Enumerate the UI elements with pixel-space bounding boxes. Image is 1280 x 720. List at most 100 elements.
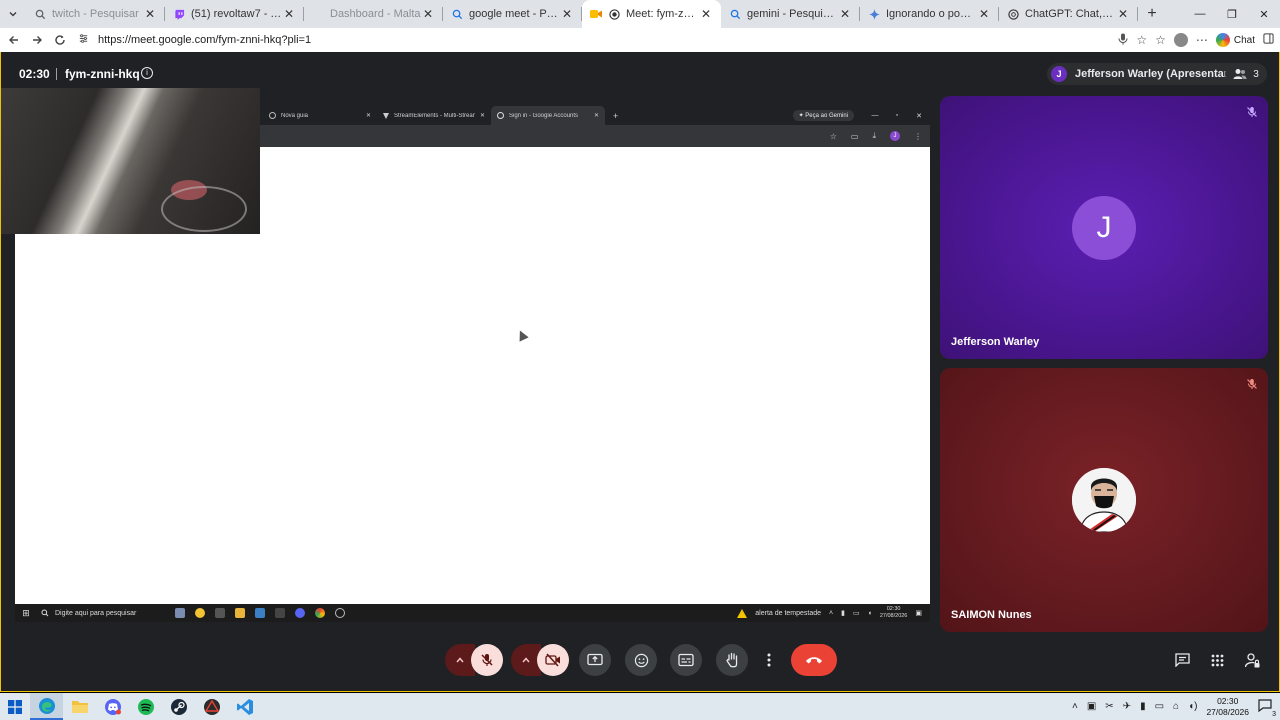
mic-toggle-button[interactable] — [471, 644, 503, 676]
end-call-button[interactable] — [791, 644, 837, 676]
extensions-icon: ▭ — [850, 131, 859, 141]
windows-taskbar: ˄ ▣ ✂ ✈ ▮ ▭ ⌂ ◖) 02:30 27/08/2026 3 — [0, 693, 1280, 720]
forward-button[interactable] — [25, 28, 48, 52]
participant-tile[interactable]: SAIMON Nunes — [940, 368, 1268, 632]
reactions-button[interactable] — [625, 644, 657, 676]
microphone-icon[interactable]: ▮ — [1140, 701, 1146, 712]
tray-app-icon[interactable]: ✈ — [1123, 701, 1131, 712]
close-icon[interactable]: ✕ — [421, 7, 435, 21]
system-clock[interactable]: 02:30 27/08/2026 — [1206, 696, 1249, 718]
taskbar-spotify[interactable] — [129, 693, 162, 720]
activities-button[interactable] — [1207, 650, 1227, 670]
close-icon[interactable]: ✕ — [977, 7, 991, 21]
network-icon[interactable]: ⌂ — [1173, 701, 1179, 712]
camera-toggle-button[interactable] — [537, 644, 569, 676]
camera-off-icon — [545, 653, 560, 667]
chat-button[interactable]: Chat — [1215, 33, 1255, 47]
new-tab-button[interactable]: + — [1138, 5, 1166, 23]
browser-tab[interactable]: google meet - Pesquisar ✕ — [443, 0, 582, 28]
chatgpt-icon — [1007, 8, 1019, 20]
info-icon[interactable]: i — [141, 67, 153, 79]
taskbar-steam[interactable] — [162, 693, 195, 720]
site-info-icon[interactable] — [78, 33, 94, 47]
taskbar-app[interactable] — [195, 693, 228, 720]
microphone-icon[interactable] — [1118, 33, 1128, 48]
present-screen-button[interactable] — [579, 644, 611, 676]
taskbar-vscode[interactable] — [228, 693, 261, 720]
browser-tab[interactable]: (51) revoltaw7 - Twitch ✕ — [165, 0, 304, 28]
participant-tile[interactable]: J Jefferson Warley — [940, 96, 1268, 359]
chevron-up-icon: ˄ — [829, 609, 834, 617]
bookmark-star-icon: ☆ — [829, 131, 837, 141]
tab-title: Dashboard - Malta — [330, 8, 421, 20]
gemini-button: ✦ Peça ao Gemini — [792, 110, 854, 121]
volume-icon[interactable]: ◖) — [1188, 701, 1197, 712]
shared-clock-date: 27/08/2026 — [879, 613, 908, 619]
taskbar-edge[interactable] — [30, 693, 63, 720]
mic-control-group — [445, 644, 503, 676]
url-field[interactable]: https://meet.google.com/fym-znni-hkq?pli… — [77, 30, 1119, 50]
browser-tab[interactable]: Dashboard - Malta ✕ — [304, 0, 443, 28]
sidebar-toggle-icon[interactable] — [1263, 33, 1274, 47]
bookmark-star-icon[interactable]: ☆ — [1136, 33, 1147, 47]
browser-tab-active[interactable]: Meet: fym-znni-hkq ✕ — [582, 0, 721, 28]
taskbar-file-explorer[interactable] — [63, 693, 96, 720]
tab-title: twitch - Pesquisar — [52, 8, 139, 20]
taskbar-app-icon — [335, 608, 345, 618]
steam-icon — [170, 698, 187, 715]
presenter-avatar: J — [1051, 66, 1067, 82]
close-window-icon[interactable]: ✕ — [1248, 8, 1280, 21]
hang-up-icon — [806, 657, 822, 664]
taskbar-discord[interactable] — [96, 693, 129, 720]
windows-start-button[interactable] — [0, 693, 30, 720]
browser-tab[interactable]: ChatGPT: Chat, Work, Create ✕ — [999, 0, 1138, 28]
favorites-icon[interactable]: ☆ — [1155, 33, 1166, 47]
shared-system-tray: alerta de tempestade ˄ ▮ ▭ ◖ 02:30 27/08… — [737, 606, 930, 620]
discord-icon — [295, 608, 305, 618]
mic-off-icon — [481, 654, 493, 666]
tray-app-icon[interactable]: ✂ — [1105, 701, 1113, 712]
chevron-up-icon[interactable]: ˄ — [1072, 701, 1078, 712]
close-icon: ✕ — [593, 113, 599, 119]
discord-icon — [104, 698, 121, 715]
participants-button[interactable]: 3 — [1225, 63, 1267, 85]
reload-button[interactable] — [49, 28, 72, 52]
tab-title: (51) revoltaw7 - Twitch — [191, 8, 282, 20]
close-icon[interactable]: ✕ — [838, 7, 852, 21]
close-icon[interactable]: ✕ — [560, 7, 574, 21]
more-menu-icon[interactable]: ⋯ — [1196, 33, 1208, 47]
host-controls-button[interactable] — [1242, 650, 1262, 670]
more-options-button[interactable] — [754, 644, 784, 676]
notification-center-button[interactable]: 3 — [1258, 698, 1276, 718]
captions-button[interactable] — [670, 644, 702, 676]
copilot-icon — [1215, 33, 1230, 47]
more-vertical-icon — [767, 653, 771, 667]
close-icon[interactable]: ✕ — [143, 7, 157, 21]
toolbar-actions: ☆ ☆ ⋯ Chat — [1118, 33, 1280, 48]
tray-app-icon[interactable]: ▭ — [1155, 701, 1164, 712]
raise-hand-button[interactable] — [716, 644, 748, 676]
search-icon — [729, 8, 741, 20]
tab-search-icon[interactable] — [0, 0, 26, 28]
present-icon — [587, 653, 603, 666]
participant-count: 3 — [1253, 68, 1259, 80]
chat-panel-button[interactable] — [1172, 650, 1192, 670]
new-tab-icon: + — [613, 110, 619, 121]
url-text: https://meet.google.com/fym-znni-hkq?pli… — [97, 34, 312, 46]
close-icon[interactable]: ✕ — [699, 7, 713, 21]
minimize-icon[interactable]: — — [1184, 8, 1216, 21]
back-button[interactable] — [2, 28, 25, 52]
tray-app-icon[interactable]: ▣ — [1087, 701, 1096, 712]
restore-icon[interactable]: ❐ — [1216, 8, 1248, 21]
browser-tab[interactable]: Ignorando o popup de boas- ✕ — [860, 0, 999, 28]
close-icon[interactable]: ✕ — [282, 7, 296, 21]
lock-person-icon — [1244, 652, 1259, 667]
download-icon: ⤓ — [872, 131, 876, 140]
close-icon[interactable]: ✕ — [1116, 7, 1130, 21]
profile-avatar[interactable] — [1173, 33, 1188, 47]
twitch-icon — [173, 8, 185, 20]
search-icon — [451, 8, 463, 20]
shared-tab-title: Nova guia — [281, 112, 309, 119]
browser-tab[interactable]: gemini - Pesquisar ✕ — [721, 0, 860, 28]
browser-tab[interactable]: twitch - Pesquisar ✕ — [26, 0, 165, 28]
